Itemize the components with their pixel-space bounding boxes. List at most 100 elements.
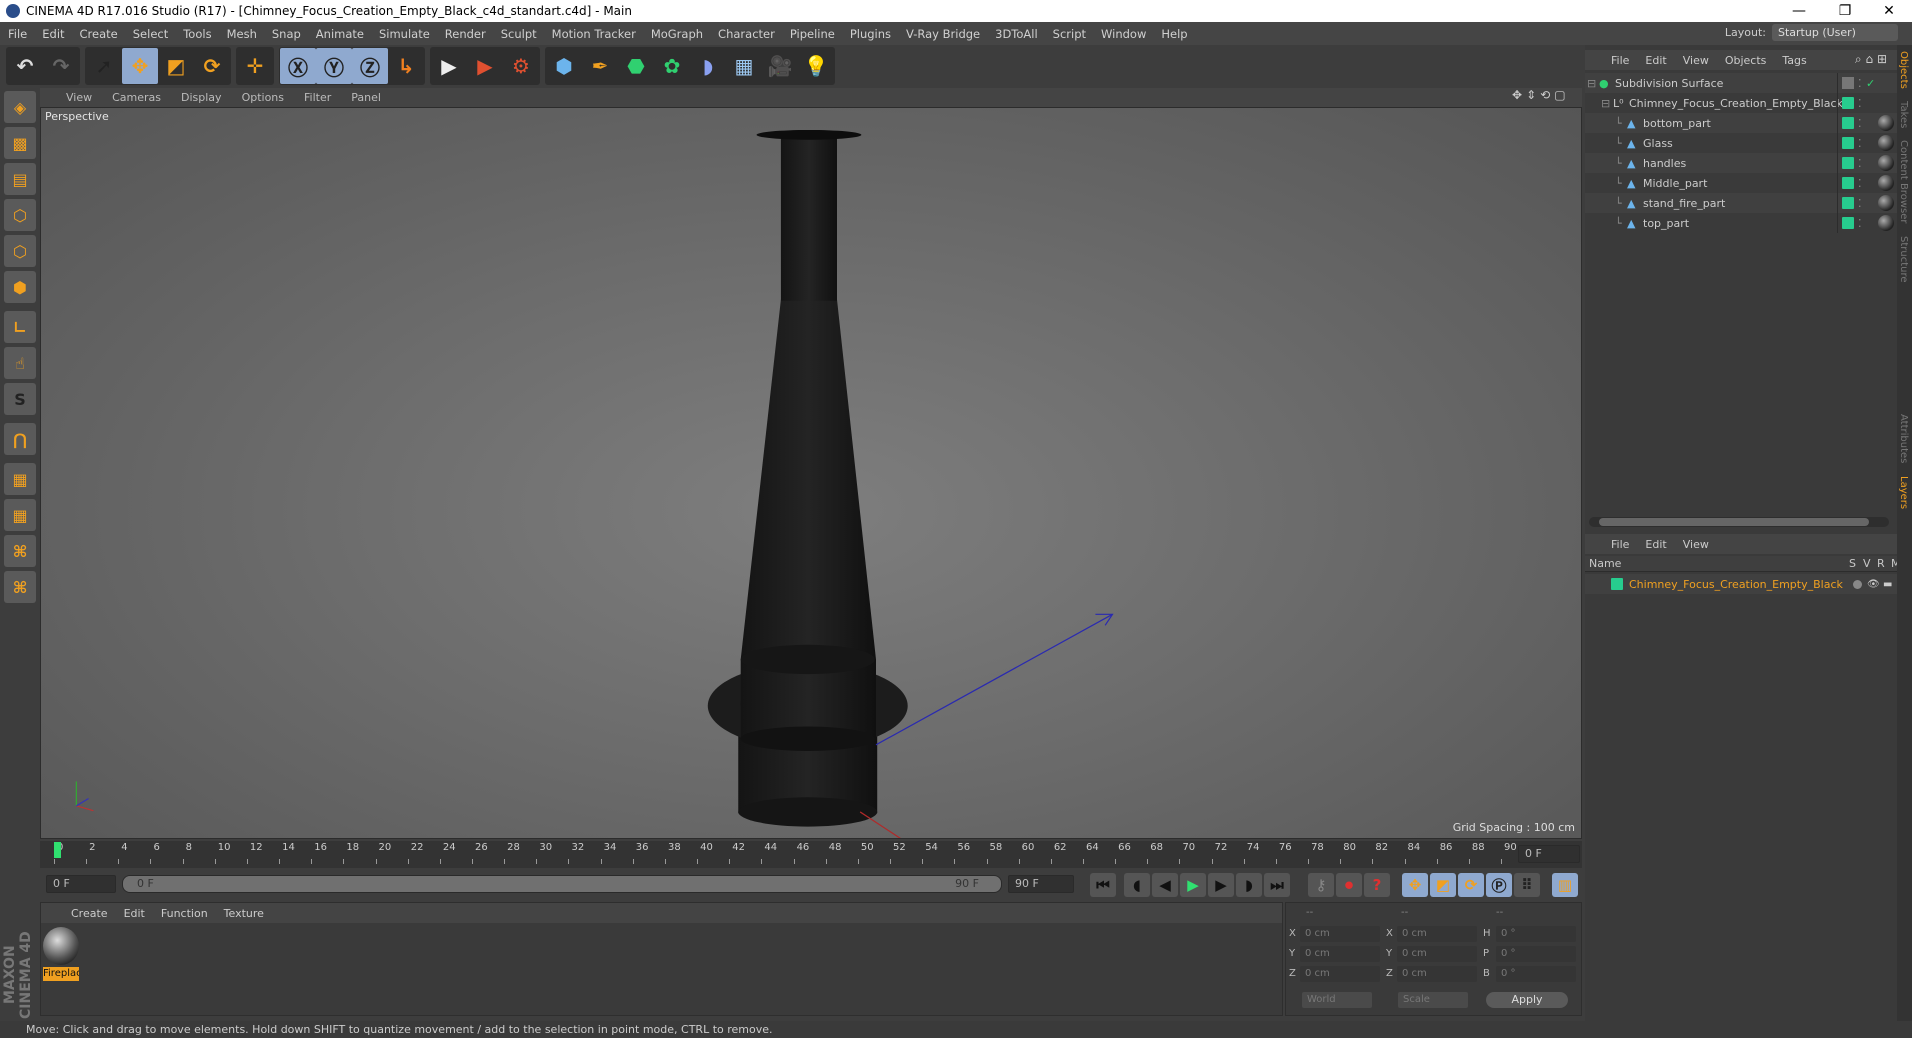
previous-frame-button[interactable]: ◀ (1152, 873, 1178, 897)
layer-row[interactable]: Chimney_Focus_Creation_Empty_Black 👁 ▬ (1585, 574, 1897, 594)
scale-button[interactable]: ◩ (158, 48, 194, 84)
key-param-button[interactable]: Ⓟ (1486, 873, 1512, 897)
menu-simulate[interactable]: Simulate (379, 27, 430, 41)
key-rotation-button[interactable]: ⟳ (1458, 873, 1484, 897)
viewport-menu-cameras[interactable]: Cameras (112, 91, 161, 104)
y-axis-button[interactable]: Ⓨ (316, 48, 352, 84)
cube-button[interactable]: ⬢ (546, 48, 582, 84)
side-tab-takes[interactable]: Takes (1897, 95, 1910, 134)
object-row[interactable]: └ ▲ stand_fire_part ⁚ (1585, 193, 1897, 213)
transform-mode-dropdown[interactable]: Scale (1398, 992, 1468, 1008)
coord-field[interactable]: 0 cm (1397, 926, 1477, 942)
coordinate-system-button[interactable]: ↳ (388, 48, 424, 84)
move-alt-button[interactable]: ✛ (237, 48, 273, 84)
play-button[interactable]: ▶ (1180, 873, 1206, 897)
menu-render[interactable]: Render (445, 27, 486, 41)
viewport-menu-filter[interactable]: Filter (304, 91, 331, 104)
close-button[interactable]: ✕ (1866, 0, 1912, 22)
key-position-button[interactable]: ✥ (1402, 873, 1428, 897)
material-menu-function[interactable]: Function (161, 907, 208, 920)
floor-button[interactable]: ▦ (726, 48, 762, 84)
layer-menu-view[interactable]: View (1683, 538, 1709, 551)
workplane-mode-button[interactable]: ▤ (4, 163, 36, 195)
viewport-menu-panel[interactable]: Panel (351, 91, 381, 104)
next-key-button[interactable]: ◗ (1236, 873, 1262, 897)
material-menu-edit[interactable]: Edit (124, 907, 145, 920)
material-tag-icon[interactable] (1878, 215, 1894, 231)
frame-range-slider[interactable]: 0 F 90 F (122, 875, 1002, 893)
viewport-menu-display[interactable]: Display (181, 91, 222, 104)
viewport[interactable]: Perspective Grid Spacing : 100 cm (40, 107, 1582, 839)
coord-field[interactable]: 0 cm (1300, 926, 1380, 942)
record-button[interactable]: ⏺ (1336, 873, 1362, 897)
workplane-lock-button[interactable]: ▦ (4, 463, 36, 495)
x-axis-button[interactable]: Ⓧ (280, 48, 316, 84)
layer-column-r[interactable]: R (1877, 557, 1885, 570)
layer-visible-icon[interactable]: 👁 (1867, 579, 1880, 590)
home-icon[interactable]: ⌂ (1865, 52, 1873, 66)
side-tab-content-browser[interactable]: Content Browser (1897, 134, 1910, 229)
visibility-dots-icon[interactable]: ⁚ (1858, 117, 1862, 130)
python-alt-button[interactable]: ⌘ (4, 571, 36, 603)
z-axis-handle[interactable] (875, 613, 1113, 746)
menu-mograph[interactable]: MoGraph (651, 27, 703, 41)
rotate-view-icon[interactable]: ⟲ (1540, 88, 1550, 102)
model-mode-button[interactable]: ◈ (4, 91, 36, 123)
material-tag-icon[interactable] (1878, 175, 1894, 191)
autokey-button[interactable]: ? (1364, 873, 1390, 897)
coord-field[interactable]: 0 cm (1300, 966, 1380, 982)
next-frame-button[interactable]: ▶ (1208, 873, 1234, 897)
edges-mode-button[interactable]: ⬡ (4, 235, 36, 267)
z-axis-button[interactable]: Ⓩ (352, 48, 388, 84)
maximize-view-icon[interactable]: ▢ (1554, 88, 1565, 102)
go-to-end-button[interactable]: ⏭ (1264, 873, 1290, 897)
tweak-mode-button[interactable]: ☝ (4, 347, 36, 379)
polygons-mode-button[interactable]: ⬢ (4, 271, 36, 303)
layout-selector[interactable]: Layout: Startup (User) (1725, 24, 1898, 41)
object-row[interactable]: ⊟ ● Subdivision Surface ⁚ ✓ (1585, 73, 1897, 93)
menu-motion-tracker[interactable]: Motion Tracker (552, 27, 636, 41)
redo-button[interactable]: ↷ (43, 48, 79, 84)
object-menu-view[interactable]: View (1683, 54, 1709, 67)
coord-field[interactable]: 0 ° (1496, 966, 1576, 982)
viewport-menu-options[interactable]: Options (242, 91, 284, 104)
render-settings-button[interactable]: ⚙ (503, 48, 539, 84)
object-menu-tags[interactable]: Tags (1782, 54, 1806, 67)
coord-field[interactable]: 0 cm (1397, 946, 1477, 962)
visibility-dots-icon[interactable]: ⁚ (1858, 137, 1862, 150)
menu-snap[interactable]: Snap (272, 27, 301, 41)
move-view-icon[interactable]: ✥ (1512, 88, 1522, 102)
workplane-snap-button[interactable]: ▦ (4, 499, 36, 531)
cloner-button[interactable]: ✿ (654, 48, 690, 84)
layer-color-tag[interactable] (1842, 217, 1854, 229)
layer-color-tag[interactable] (1842, 197, 1854, 209)
python-button[interactable]: ⌘ (4, 535, 36, 567)
timeline-ruler[interactable]: 0246810121416182022242628303234363840424… (40, 841, 1582, 868)
menu-v-ray-bridge[interactable]: V-Ray Bridge (906, 27, 980, 41)
pen-spline-button[interactable]: ✒ (582, 48, 618, 84)
menu-select[interactable]: Select (133, 27, 168, 41)
menu-animate[interactable]: Animate (316, 27, 364, 41)
menu-window[interactable]: Window (1101, 27, 1146, 41)
coord-field[interactable]: 0 ° (1496, 926, 1576, 942)
menu-3dtoall[interactable]: 3DToAll (995, 27, 1038, 41)
menu-character[interactable]: Character (718, 27, 775, 41)
side-tab-objects[interactable]: Objects (1897, 45, 1910, 95)
menu-sculpt[interactable]: Sculpt (501, 27, 537, 41)
layer-color-tag[interactable] (1842, 137, 1854, 149)
move-button[interactable]: ✥ (122, 48, 158, 84)
visibility-dots-icon[interactable]: ⁚ (1858, 97, 1862, 110)
object-menu-objects[interactable]: Objects (1725, 54, 1767, 67)
menu-file[interactable]: File (8, 27, 27, 41)
layer-menu-edit[interactable]: Edit (1645, 538, 1666, 551)
coord-field[interactable]: 0 cm (1300, 946, 1380, 962)
menu-mesh[interactable]: Mesh (227, 27, 257, 41)
layer-menu-file[interactable]: File (1611, 538, 1629, 551)
layer-color-tag[interactable] (1842, 97, 1854, 109)
menu-pipeline[interactable]: Pipeline (790, 27, 835, 41)
coord-field[interactable]: 0 ° (1496, 946, 1576, 962)
object-list-scrollbar[interactable] (1589, 517, 1889, 527)
rotate-button[interactable]: ⟳ (194, 48, 230, 84)
object-row[interactable]: └ ▲ Middle_part ⁚ (1585, 173, 1897, 193)
visibility-dots-icon[interactable]: ⁚ (1858, 197, 1862, 210)
